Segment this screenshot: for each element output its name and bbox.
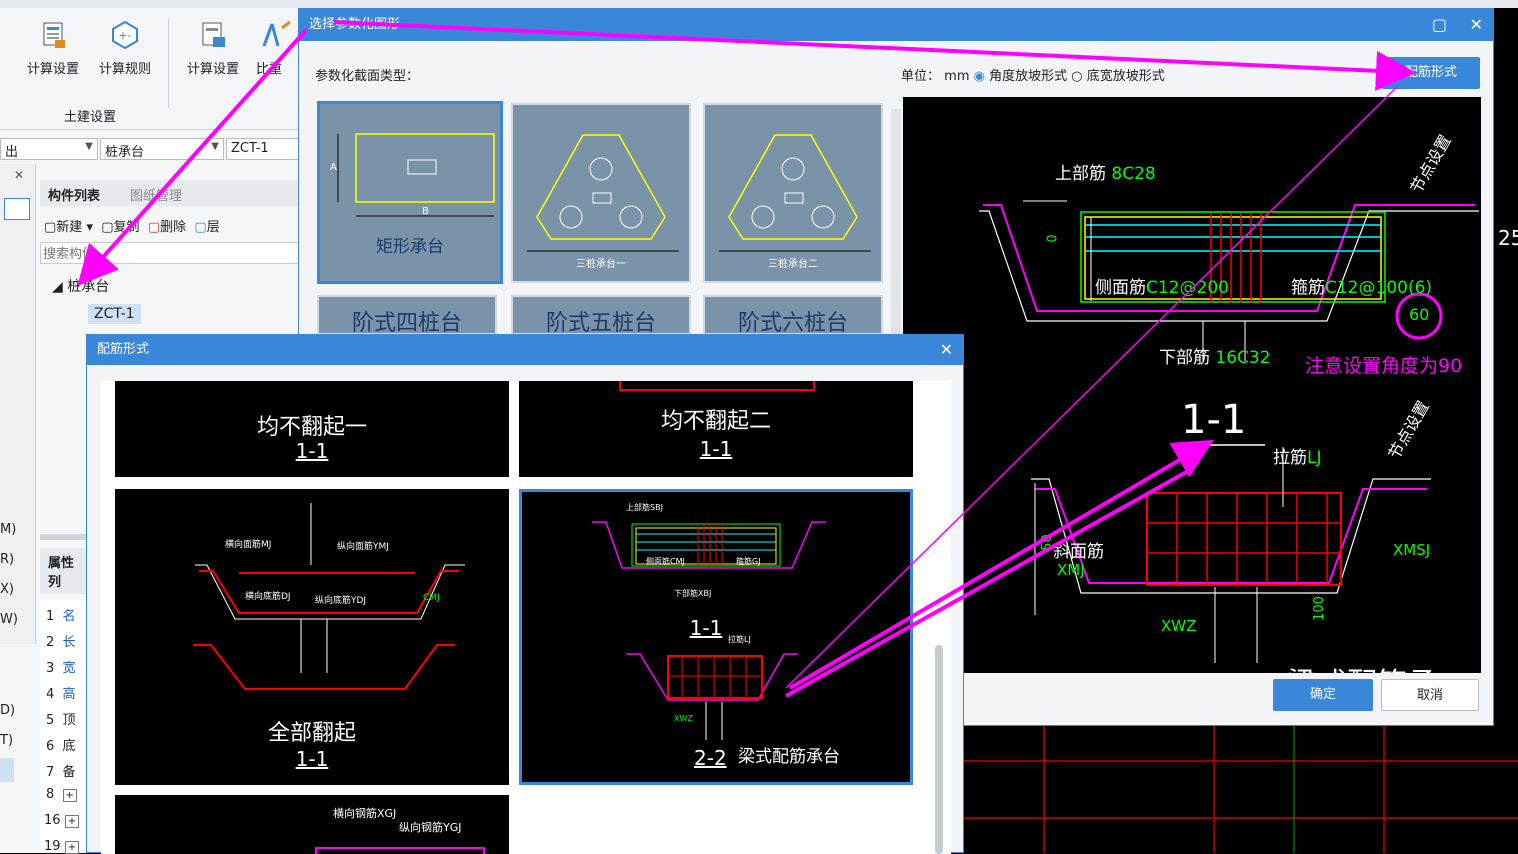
annotation-arrows: [77, 20, 1416, 698]
